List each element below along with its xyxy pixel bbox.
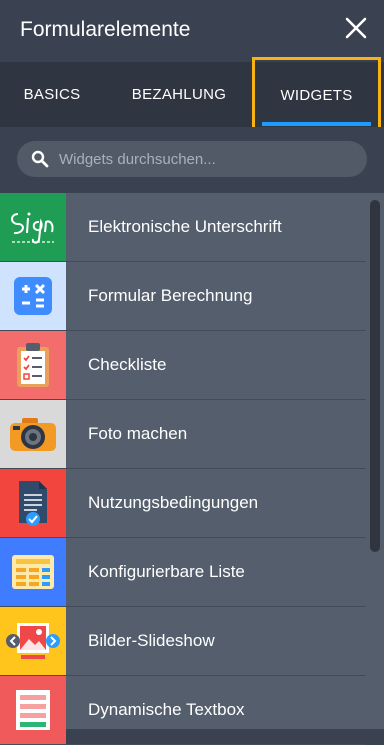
tab-basics[interactable]: BASICS	[0, 62, 104, 127]
widget-label: Elektronische Unterschrift	[88, 217, 282, 236]
widget-item-nutzungsbedingungen[interactable]: Nutzungsbedingungen	[0, 469, 366, 538]
tab-widgets[interactable]: WIDGETS	[252, 57, 381, 134]
widget-label: Konfigurierbare Liste	[88, 562, 245, 581]
search-bar[interactable]	[17, 141, 367, 177]
camera-icon	[0, 400, 66, 468]
search-icon	[31, 150, 49, 168]
widget-label: Foto machen	[88, 424, 188, 443]
tab-bezahlung[interactable]: BEZAHLUNG	[104, 62, 254, 127]
widget-item-konfigurierbare-liste[interactable]: Konfigurierbare Liste	[0, 538, 366, 607]
widget-list: Elektronische Unterschrift Formular Bere…	[0, 193, 384, 745]
document-check-icon	[0, 469, 66, 537]
widget-label: Bilder-Slideshow	[88, 631, 215, 650]
panel-header: Formularelemente	[0, 0, 384, 62]
widget-item-foto-machen[interactable]: Foto machen	[0, 400, 366, 469]
widget-item-dynamische-textbox[interactable]: Dynamische Textbox	[0, 676, 366, 745]
widget-label: Dynamische Textbox	[88, 700, 245, 719]
clipboard-icon	[0, 331, 66, 399]
widget-label: Checkliste	[88, 355, 167, 374]
widget-item-formular-berechnung[interactable]: Formular Berechnung	[0, 262, 366, 331]
signature-icon	[0, 193, 66, 261]
search-area	[0, 127, 384, 193]
image-slideshow-icon	[0, 607, 66, 675]
active-tab-indicator	[262, 122, 371, 126]
calculator-icon	[0, 262, 66, 330]
widget-item-checkliste[interactable]: Checkliste	[0, 331, 366, 400]
widget-label: Formular Berechnung	[88, 286, 253, 305]
scrollbar-thumb[interactable]	[370, 200, 380, 552]
tab-bar: BASICS BEZAHLUNG WIDGETS	[0, 57, 384, 134]
widget-item-bilder-slideshow[interactable]: Bilder-Slideshow	[0, 607, 366, 676]
widget-item-elektronische-unterschrift[interactable]: Elektronische Unterschrift	[0, 193, 366, 262]
widget-label: Nutzungsbedingungen	[88, 493, 259, 512]
list-table-icon	[0, 538, 66, 606]
close-icon[interactable]	[344, 16, 368, 40]
search-input[interactable]	[57, 149, 361, 169]
panel-title: Formularelemente	[20, 18, 191, 41]
textbox-icon	[0, 676, 66, 744]
